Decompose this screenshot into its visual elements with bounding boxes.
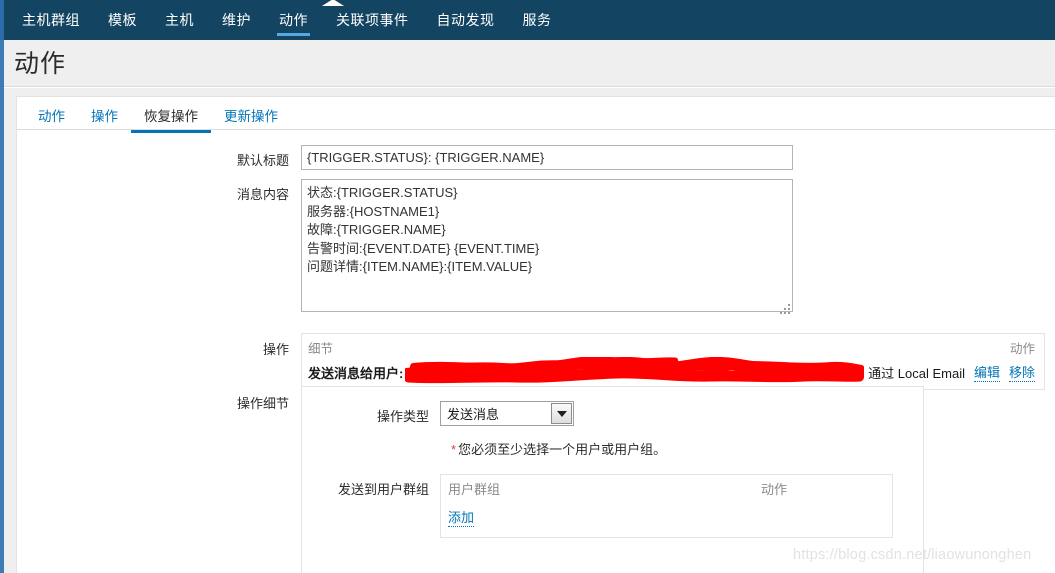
warning-text-wrap: * 您必须至少选择一个用户或用户组。 <box>451 439 666 458</box>
nav-item-templates[interactable]: 模板 <box>94 0 151 40</box>
nav-item-label: 自动发现 <box>436 12 495 28</box>
nav-item-label: 主机 <box>165 12 194 28</box>
field-row-send-to-user-groups: 发送到用户群组 用户群组 动作 添加 <box>302 474 923 538</box>
operation-type-label: 操作类型 <box>376 409 429 424</box>
tab-update-operations[interactable]: 更新操作 <box>211 101 291 132</box>
zabbix-action-page: 主机群组 模板 主机 维护 动作 关联项事件 自动发现 服务 动作 动作 操作 … <box>0 0 1055 573</box>
tab-label: 恢复操作 <box>144 109 198 124</box>
nav-notch-indicator <box>322 0 344 6</box>
operations-table-row: 发送消息给用户: 通过 Local Email 编辑 移除 <box>302 357 1044 389</box>
top-navigation-bar: 主机群组 模板 主机 维护 动作 关联项事件 自动发现 服务 <box>0 0 1055 40</box>
operation-media-type: 通过 Local Email <box>868 365 965 381</box>
message-label: 消息内容 <box>236 187 289 202</box>
operation-type-value: 发送消息 <box>447 407 500 422</box>
tab-operations[interactable]: 操作 <box>78 101 131 132</box>
nav-items: 主机群组 模板 主机 维护 动作 关联项事件 自动发现 服务 <box>8 0 566 40</box>
operation-description-prefix: 发送消息给用户: <box>308 365 404 381</box>
tab-label: 更新操作 <box>224 109 278 124</box>
page-title: 动作 <box>14 50 67 78</box>
nav-item-host-groups[interactable]: 主机群组 <box>8 0 94 40</box>
nav-item-label: 模板 <box>108 12 137 28</box>
operation-detail-panel: 操作类型 发送消息 * 您必须至少选择一个用户或用户组。 发送到用户群组 用户群… <box>301 386 924 573</box>
user-groups-table-header: 用户群组 动作 <box>448 479 883 502</box>
left-accent-strip <box>0 0 4 573</box>
default-subject-label: 默认标题 <box>236 153 289 168</box>
operations-label: 操作 <box>262 342 289 357</box>
add-user-group-link[interactable]: 添加 <box>448 507 475 527</box>
page-header: 动作 <box>4 40 1055 87</box>
operations-col-action: 动作 <box>1009 342 1035 356</box>
message-textarea[interactable]: 状态:{TRIGGER.STATUS} 服务器:{HOSTNAME1} 故障:{… <box>301 179 793 312</box>
user-groups-table: 用户群组 动作 添加 <box>440 474 893 538</box>
nav-item-label: 服务 <box>522 12 552 28</box>
nav-item-hosts[interactable]: 主机 <box>151 0 208 40</box>
left-accent-strip-top <box>0 0 4 40</box>
content-card: 动作 操作 恢复操作 更新操作 默认标题 消息内容 <box>16 96 1055 573</box>
warning-asterisk: * <box>451 442 457 457</box>
operations-col-details: 细节 <box>308 342 334 356</box>
chevron-down-icon[interactable] <box>551 403 572 424</box>
nav-item-services[interactable]: 服务 <box>509 0 566 40</box>
nav-item-maintenance[interactable]: 维护 <box>208 0 265 40</box>
default-subject-input[interactable] <box>301 145 793 170</box>
operation-detail-warning: * 您必须至少选择一个用户或用户组。 <box>302 439 923 458</box>
nav-item-discovery[interactable]: 自动发现 <box>423 0 509 40</box>
nav-item-label: 动作 <box>279 12 308 28</box>
operations-table: 细节 动作 发送消息给用户: 通过 Local Email 编辑 移除 <box>301 333 1045 390</box>
nav-item-label: 维护 <box>222 12 251 28</box>
nav-item-label: 关联项事件 <box>336 12 409 28</box>
form-tabbar: 动作 操作 恢复操作 更新操作 <box>17 101 1055 133</box>
field-row-operations: 操作 细节 动作 发送消息给用户: 通过 Local Email 编辑 移除 <box>17 333 1055 390</box>
field-row-default-subject: 默认标题 <box>17 145 1017 170</box>
field-row-operation-type: 操作类型 发送消息 <box>302 401 923 426</box>
user-groups-col-action: 动作 <box>760 482 787 497</box>
user-groups-col-group: 用户群组 <box>448 482 501 497</box>
user-groups-table-body: 添加 <box>448 502 883 527</box>
operation-edit-link[interactable]: 编辑 <box>973 362 1000 382</box>
nav-item-label: 主机群组 <box>22 12 80 28</box>
message-textarea-wrap: 状态:{TRIGGER.STATUS} 服务器:{HOSTNAME1} 故障:{… <box>301 179 793 317</box>
nav-item-correlation-events[interactable]: 关联项事件 <box>322 0 423 40</box>
tab-label: 操作 <box>91 109 118 124</box>
redacted-recipients <box>405 357 865 384</box>
tab-action[interactable]: 动作 <box>25 101 78 132</box>
form-tabs: 动作 操作 恢复操作 更新操作 <box>25 101 291 133</box>
tab-recovery-operations[interactable]: 恢复操作 <box>131 101 211 133</box>
operation-type-select[interactable]: 发送消息 <box>440 401 574 426</box>
warning-message: 您必须至少选择一个用户或用户组。 <box>458 442 667 457</box>
nav-item-actions[interactable]: 动作 <box>265 0 322 40</box>
tab-label: 动作 <box>38 109 65 124</box>
operation-remove-link[interactable]: 移除 <box>1008 362 1035 382</box>
send-to-user-groups-label: 发送到用户群组 <box>337 482 429 497</box>
field-row-operation-detail: 操作细节 操作类型 发送消息 * 您必须至少选择一个用户或用户组。 发送到用户群… <box>17 386 1055 573</box>
field-row-message: 消息内容 状态:{TRIGGER.STATUS} 服务器:{HOSTNAME1}… <box>17 179 1017 317</box>
operation-detail-label: 操作细节 <box>236 396 289 411</box>
redaction-scribble-icon <box>405 357 865 384</box>
